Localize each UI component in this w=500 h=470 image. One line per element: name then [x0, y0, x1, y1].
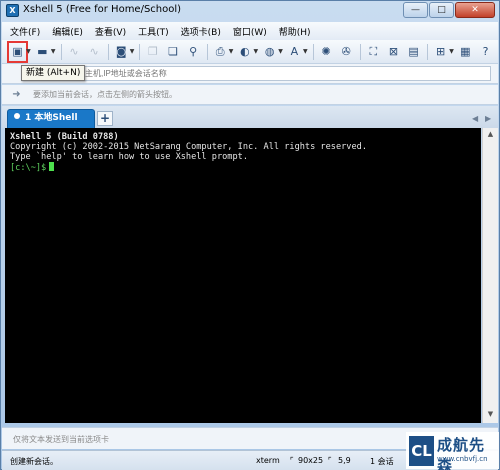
toolbar: ▣ ▼ ▬ ▼ ∿ ∿ ◙ ▼ ❐ ❏ ⚲ ⎙ ▼ ◐ ▼ ◍ ▼ A ▼ ✺ …	[2, 40, 498, 64]
hint-text: 要添加当前会话，点击左侧的箭头按钮。	[33, 90, 177, 99]
toolbar-separator	[359, 43, 361, 60]
tab-scroll-right-icon[interactable]: ▶	[485, 114, 491, 123]
toolbar-separator	[206, 43, 208, 60]
chevron-down-icon[interactable]: ▼	[229, 48, 234, 55]
window-title: Xshell 5 (Free for Home/School)	[23, 4, 182, 15]
script-icon[interactable]: ✇	[339, 44, 354, 60]
title-bar: X Xshell 5 (Free for Home/School) — □ ✕	[1, 1, 499, 21]
toolbar-separator	[60, 43, 62, 60]
chevron-down-icon[interactable]: ▼	[130, 48, 135, 55]
site-watermark: CL 成航先森 www.cnbvfj.cn	[406, 432, 499, 470]
menu-view[interactable]: 查看(V)	[95, 25, 126, 38]
chevron-down-icon[interactable]: ▼	[51, 48, 56, 55]
resize-icon: ⌜	[290, 456, 294, 465]
help-icon[interactable]: ?	[478, 44, 493, 60]
terminal-scrollbar[interactable]: ▲ ▼	[482, 128, 498, 423]
fullscreen-icon[interactable]: ⛶	[366, 44, 381, 60]
chevron-down-icon[interactable]: ▼	[278, 48, 283, 55]
chevron-down-icon[interactable]: ▼	[449, 48, 454, 55]
tab-label: 1 本地Shell	[25, 113, 78, 123]
connect-icon[interactable]: ∿	[66, 44, 81, 60]
session-hint-bar: ➜ 要添加当前会话，点击左侧的箭头按钮。	[2, 85, 498, 105]
print-icon[interactable]: ⎙	[213, 44, 228, 60]
host-address-input[interactable]	[46, 66, 491, 81]
paste-icon[interactable]: ❏	[165, 44, 180, 60]
copy-icon[interactable]: ❐	[145, 44, 160, 60]
terminal-line: Type `help' to learn how to use Xshell p…	[10, 152, 248, 162]
scroll-up-icon[interactable]: ▲	[485, 130, 496, 141]
find-icon[interactable]: ⚲	[186, 44, 201, 60]
menu-edit[interactable]: 编辑(E)	[52, 25, 83, 38]
session-properties-icon[interactable]: ◙	[114, 44, 129, 60]
add-tab-button[interactable]: +	[97, 111, 113, 126]
scroll-down-icon[interactable]: ▼	[485, 410, 496, 421]
lock-icon[interactable]: ⊠	[386, 44, 401, 60]
compose-bar-text[interactable]: 仅将文本发送到当前选项卡	[13, 434, 109, 445]
menu-help[interactable]: 帮助(H)	[279, 25, 311, 38]
xshell-app-icon: X	[6, 4, 19, 17]
close-button[interactable]: ✕	[455, 2, 495, 18]
tab-local-shell[interactable]: 1 本地Shell	[7, 109, 95, 128]
menu-tabs[interactable]: 选项卡(B)	[181, 25, 221, 38]
layout-icon[interactable]: ▦	[458, 44, 473, 60]
new-session-icon[interactable]: ▣	[6, 40, 29, 63]
terminal-prompt-line: [c:\~]$	[10, 162, 476, 173]
toolbar-separator	[312, 43, 314, 60]
terminal-cursor	[49, 162, 55, 171]
arrow-icon[interactable]: ➜	[10, 88, 23, 101]
minimize-button[interactable]: —	[403, 2, 428, 18]
new-tab-icon[interactable]: ⊞	[433, 44, 448, 60]
toolbar-separator	[427, 43, 429, 60]
watermark-text: 成航先森	[437, 436, 486, 470]
menu-bar: 文件(F) 编辑(E) 查看(V) 工具(T) 选项卡(B) 窗口(W) 帮助(…	[2, 22, 498, 40]
globe-icon[interactable]: ◍	[262, 44, 277, 60]
terminal-area[interactable]: Xshell 5 (Build 0788) Copyright (c) 2002-…	[5, 128, 481, 423]
chevron-down-icon[interactable]: ▼	[26, 48, 31, 55]
terminal-line: Copyright (c) 2002-2015 NetSarang Comput…	[10, 142, 367, 152]
watermark-logo: CL	[409, 436, 434, 466]
status-message: 创建新会话。	[10, 457, 58, 466]
xshell-window: X Xshell 5 (Free for Home/School) — □ ✕ …	[0, 0, 500, 470]
keyboard-icon[interactable]: ▤	[406, 44, 421, 60]
cursor-position: 5,9	[338, 456, 351, 465]
xftp-icon[interactable]: ✺	[319, 44, 334, 60]
terminal-size: 90x25	[298, 456, 324, 465]
toolbar-separator	[107, 43, 109, 60]
shell-prompt: [c:\~]$	[10, 163, 47, 173]
tab-scroll-left-icon[interactable]: ◀	[472, 114, 478, 123]
tab-strip: 1 本地Shell + ◀ ▶	[2, 106, 498, 128]
cursor-icon: ⌜	[328, 456, 332, 465]
chevron-down-icon[interactable]: ▼	[303, 48, 308, 55]
disconnect-icon[interactable]: ∿	[87, 44, 102, 60]
terminal-type: xterm	[256, 456, 280, 465]
terminal-line: Xshell 5 (Build 0788)	[10, 132, 119, 142]
font-icon[interactable]: A	[287, 44, 302, 60]
menu-window[interactable]: 窗口(W)	[233, 25, 267, 38]
color-scheme-icon[interactable]: ◐	[237, 44, 252, 60]
menu-file[interactable]: 文件(F)	[10, 25, 40, 38]
chevron-down-icon[interactable]: ▼	[254, 48, 259, 55]
session-count: 1 会话	[370, 457, 394, 466]
new-session-tooltip: 新建 (Alt+N)	[21, 65, 86, 81]
watermark-url: www.cnbvfj.cn	[437, 455, 488, 463]
maximize-button[interactable]: □	[429, 2, 454, 18]
connected-dot-icon	[14, 113, 20, 119]
toolbar-separator	[139, 43, 141, 60]
open-folder-icon[interactable]: ▬	[35, 44, 50, 60]
menu-tools[interactable]: 工具(T)	[138, 25, 169, 38]
